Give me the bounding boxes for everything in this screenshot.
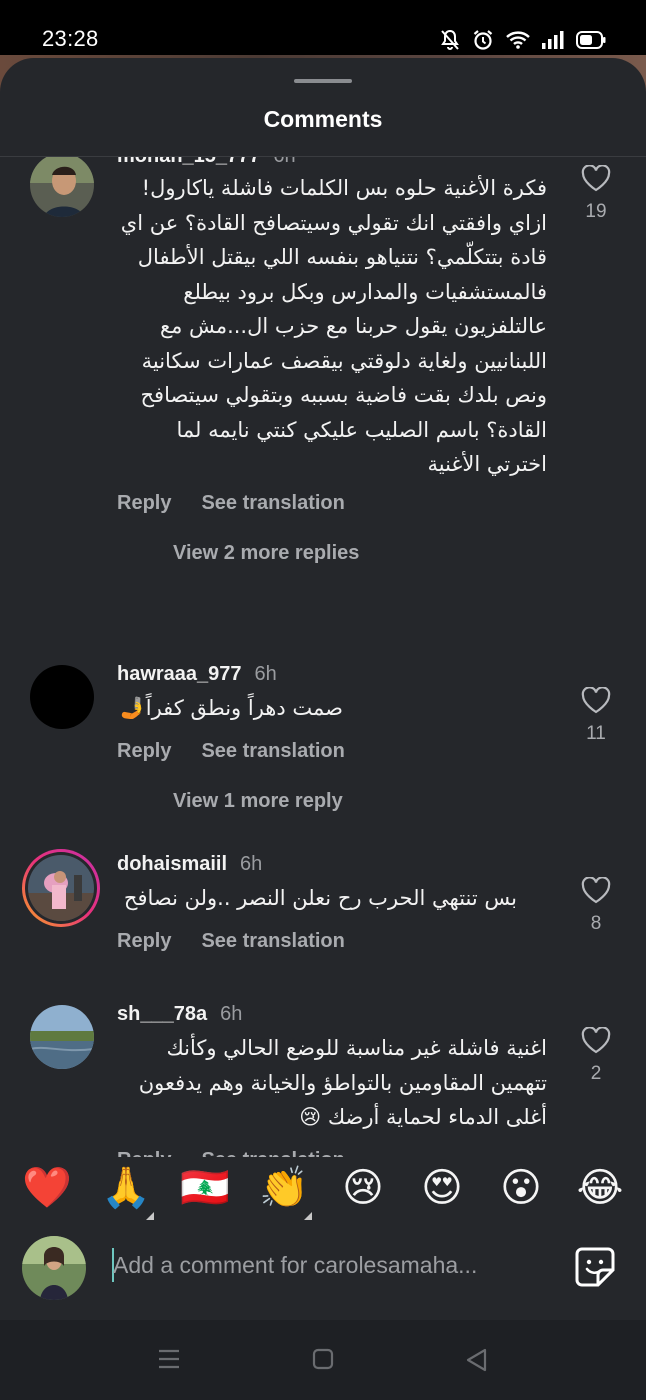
see-translation-button[interactable]: See translation — [201, 930, 344, 953]
comments-sheet: Comments mohan_15_777 6h فكرة الأغنية حل… — [0, 58, 646, 1320]
reaction-lebanon-flag[interactable]: 🇱🇧 — [179, 1162, 231, 1214]
comment-time: 6h — [220, 1003, 243, 1025]
reaction-clap[interactable]: 👏 — [258, 1162, 312, 1220]
like-count: 2 — [590, 1063, 602, 1084]
comment-text: صمت دهراً ونطق كفراً🤳 — [119, 696, 343, 720]
like-control: 8 — [578, 877, 614, 935]
reply-button[interactable]: Reply — [117, 930, 171, 953]
like-control: 11 — [578, 687, 614, 745]
heart-icon[interactable] — [578, 165, 614, 192]
view-more-replies-button[interactable]: View 2 more replies — [173, 542, 359, 565]
comments-list[interactable]: mohan_15_777 6h فكرة الأغنية حلوه بس الك… — [0, 157, 646, 1157]
sheet-drag-handle[interactable] — [294, 79, 352, 83]
reaction-clap-emoji: 👏 — [259, 1165, 309, 1211]
sticker-icon[interactable] — [574, 1246, 616, 1293]
sheet-title: Comments — [263, 106, 383, 132]
comment-input[interactable]: Add a comment for carolesamaha... — [113, 1252, 533, 1279]
like-count: 8 — [590, 913, 602, 934]
reaction-pray-emoji: 🙏 — [101, 1165, 151, 1211]
reaction-heart[interactable]: ❤️ — [21, 1162, 73, 1214]
comment-username[interactable]: sh___78a — [117, 1003, 207, 1026]
home-icon[interactable] — [312, 1348, 334, 1375]
reply-button[interactable]: Reply — [117, 740, 171, 763]
like-control: 2 — [578, 1027, 614, 1085]
status-icons — [440, 27, 606, 53]
comment-header: sh___78a 6h — [117, 1003, 242, 1026]
comment-actions: Reply See translation — [117, 930, 345, 953]
status-time: 23:28 — [42, 26, 99, 51]
like-count: 11 — [586, 723, 606, 744]
comment-actions: Reply See translation — [117, 740, 345, 763]
alarm-icon — [472, 29, 494, 51]
heart-icon[interactable] — [578, 877, 614, 904]
comment-username[interactable]: dohaismaiil — [117, 853, 227, 876]
recent-apps-icon[interactable] — [158, 1348, 180, 1375]
mute-bell-icon — [440, 29, 460, 51]
comment-text: اغنية فاشلة غير مناسبة للوضع الحالي وكأن… — [138, 1036, 547, 1129]
comment-time: 6h — [240, 853, 263, 875]
reaction-laughing[interactable]: 😂 — [574, 1162, 626, 1214]
reply-button[interactable]: Reply — [117, 492, 171, 515]
comment-composer: Add a comment for carolesamaha... — [0, 1232, 646, 1302]
skin-tone-indicator — [146, 1212, 154, 1220]
like-count: 19 — [585, 201, 607, 222]
see-translation-button[interactable]: See translation — [201, 740, 344, 763]
skin-tone-indicator — [304, 1212, 312, 1220]
reaction-pray[interactable]: 🙏 — [100, 1162, 154, 1220]
comment-header: hawraaa_977 6h — [117, 663, 277, 686]
view-more-replies-button[interactable]: View 1 more reply — [173, 790, 343, 813]
comment-text: بس تنتهي الحرب رح نعلن النصر ..ولن نصافح — [123, 886, 517, 910]
avatar[interactable] — [30, 157, 94, 217]
comment-time: 6h — [254, 663, 277, 685]
comment-actions: Reply See translation — [117, 492, 345, 515]
avatar[interactable] — [30, 1005, 94, 1069]
reaction-heart-eyes[interactable]: 😍 — [416, 1162, 468, 1214]
avatar-with-story-ring[interactable] — [22, 849, 100, 927]
system-navigation-bar — [0, 1320, 646, 1400]
avatar[interactable] — [30, 665, 94, 729]
status-bar: 23:28 — [0, 0, 646, 62]
comment-actions: Reply See translation — [117, 1149, 345, 1157]
comment-username[interactable]: mohan_15_777 — [117, 157, 260, 168]
see-translation-button[interactable]: See translation — [201, 1149, 344, 1157]
comment-header: mohan_15_777 6h — [117, 157, 296, 168]
heart-icon[interactable] — [578, 687, 614, 714]
wifi-icon — [506, 31, 530, 49]
comment-text: فكرة الأغنية حلوه بس الكلمات فاشلة ياكار… — [120, 176, 547, 476]
heart-icon[interactable] — [578, 1027, 614, 1054]
back-icon[interactable] — [465, 1348, 487, 1377]
quick-reactions-bar: ❤️ 🙏 🇱🇧 👏 😢 😍 😮 😂 — [0, 1162, 646, 1220]
signal-icon — [542, 31, 564, 49]
comment-time: 6h — [273, 157, 295, 168]
comment-header: dohaismaiil 6h — [117, 853, 262, 876]
reply-button[interactable]: Reply — [117, 1149, 171, 1157]
comment-username[interactable]: hawraaa_977 — [117, 663, 242, 686]
reaction-crying[interactable]: 😢 — [337, 1162, 389, 1214]
like-control: 19 — [578, 165, 614, 223]
see-translation-button[interactable]: See translation — [201, 492, 344, 515]
reaction-surprised[interactable]: 😮 — [495, 1162, 547, 1214]
battery-icon — [576, 31, 606, 49]
current-user-avatar — [22, 1236, 86, 1300]
